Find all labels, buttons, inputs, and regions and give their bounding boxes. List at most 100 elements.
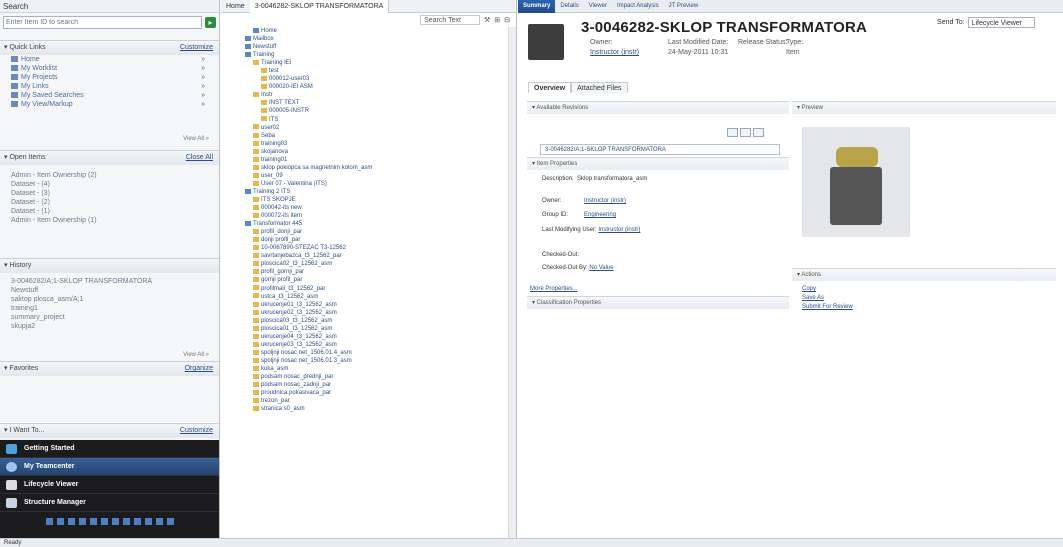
history-item[interactable]: 3-0046282/A;1-SKLOP TRANSFORMATORA (0, 277, 219, 286)
available-revisions-header[interactable]: ▾ Available Revisions (527, 102, 789, 114)
open-item[interactable]: Admin - Item Ownership (2) (0, 171, 219, 180)
i-want-to-header[interactable]: ▾ I Want To... Customize (0, 424, 219, 438)
app-shortcut-icon[interactable] (122, 517, 130, 525)
quick-link-home[interactable]: Home » (0, 55, 219, 64)
i-want-to-customize-link[interactable]: Customize (180, 424, 213, 438)
app-shortcut-icon[interactable] (78, 517, 86, 525)
tree-node[interactable]: ITS SKOPJE (237, 196, 516, 204)
tree-node[interactable]: gornji profil_par (237, 276, 516, 284)
tree-node[interactable]: Newstuff (237, 43, 516, 51)
item-properties-header[interactable]: ▾ Item Properties (527, 158, 789, 170)
tab-jt-preview[interactable]: JT Preview (664, 0, 704, 13)
subtab-attached-files[interactable]: Attached Files (571, 82, 628, 93)
tree-node[interactable]: 000005-INSTR (237, 107, 516, 115)
copy-action-link[interactable]: Copy (802, 285, 853, 294)
history-item[interactable]: Newstuff (0, 286, 219, 295)
search-go-icon[interactable]: ▸ (205, 16, 216, 28)
classification-header[interactable]: ▾ Classification Properties (527, 297, 789, 309)
tree-node[interactable]: podsam nosac_zadnji_par (237, 381, 516, 389)
tree-node[interactable]: training01 (237, 156, 516, 164)
tree-node[interactable]: 000012-user03 (237, 75, 516, 83)
history-view-all[interactable]: View All » (0, 351, 219, 360)
quick-links-customize-link[interactable]: Customize (180, 41, 213, 55)
tree-node[interactable]: spoljnji nosac net_1506.01.4_asm (237, 349, 516, 357)
tree-node[interactable]: profil_gornji_par (237, 268, 516, 276)
tree-node[interactable]: Seba (237, 132, 516, 140)
app-structure-manager[interactable]: Structure Manager (0, 494, 219, 512)
app-getting-started[interactable]: Getting Started (0, 440, 219, 458)
app-shortcut-icon[interactable] (111, 517, 119, 525)
favorites-header[interactable]: ▾ Favorites Organize (0, 362, 219, 376)
tree-node[interactable]: test (237, 67, 516, 75)
owner-prop-link[interactable]: Instructor (instr) (584, 198, 626, 204)
revision-options-icon[interactable] (753, 128, 764, 137)
tree-node[interactable]: Training IEI (237, 59, 516, 67)
open-item[interactable]: Dataset - (2) (0, 198, 219, 207)
tree-node[interactable]: donji profil_par (237, 236, 516, 244)
group-link[interactable]: Engineering (584, 212, 616, 218)
tab-impact-analysis[interactable]: Impact Analysis (612, 0, 664, 13)
tree-node[interactable]: training03 (237, 140, 516, 148)
tree-node[interactable]: Training (237, 51, 516, 59)
app-shortcut-icon[interactable] (89, 517, 97, 525)
tree-node[interactable]: savrtanjebazca_t3_12562_par (237, 252, 516, 260)
expand-arrow-icon[interactable]: » (201, 55, 205, 64)
tab-home[interactable]: Home (221, 0, 250, 13)
tree-node[interactable]: ploscica01_t3_12562_asm (237, 325, 516, 333)
app-shortcut-icon[interactable] (56, 517, 64, 525)
tree-node[interactable]: ukrucenje02_t3_12562_asm (237, 309, 516, 317)
tree-node[interactable]: ploscica03_t3_12562_asm (237, 317, 516, 325)
tab-viewer[interactable]: Viewer (584, 0, 612, 13)
expand-arrow-icon[interactable]: » (201, 82, 205, 91)
collapse-icon[interactable]: ⊟ (504, 16, 510, 24)
filter-icon[interactable]: ⚒ (484, 16, 490, 24)
preview-header[interactable]: ▾ Preview (792, 102, 1056, 114)
tree-node[interactable]: ukrucenje01_t3_12562_asm (237, 301, 516, 309)
quick-link-view-markup[interactable]: My View/Markup » (0, 100, 219, 109)
history-item[interactable]: training1 (0, 304, 219, 313)
tree-node[interactable]: 10-0067890-STEZAC T3-12562 (237, 244, 516, 252)
owner-link[interactable]: Instructor (instr) (590, 49, 639, 56)
more-properties-link[interactable]: More Properties... (530, 286, 578, 292)
expand-icon[interactable]: ⊞ (494, 16, 500, 24)
quick-link-worklist[interactable]: My Worklist » (0, 64, 219, 73)
history-header[interactable]: ▾ History (0, 259, 219, 273)
tree-node[interactable]: trezon_par (237, 397, 516, 405)
open-item[interactable]: Dataset - (1) (0, 207, 219, 216)
tree-node[interactable]: spoljnji nosac net_1506.01.3_asm (237, 357, 516, 365)
app-shortcut-icon[interactable] (166, 517, 174, 525)
revision-row[interactable]: 3-0046282/A;1-SKLOP TRANSFORMATORA (540, 144, 780, 155)
tree-node[interactable]: ukrucenje04_t3_12562_asm (237, 333, 516, 341)
tree-node[interactable]: profilmali_t3_12562_par (237, 285, 516, 293)
tree-node[interactable]: kuka_asm (237, 365, 516, 373)
tree-node[interactable]: ukrucenje03_t3_12562_asm (237, 341, 516, 349)
quick-links-view-all[interactable]: View All » (0, 135, 219, 144)
app-lifecycle-viewer[interactable]: Lifecycle Viewer (0, 476, 219, 494)
app-shortcut-icon[interactable] (155, 517, 163, 525)
expand-arrow-icon[interactable]: » (201, 73, 205, 82)
tree-node[interactable]: skojanova (237, 148, 516, 156)
tree-node[interactable]: sklop pokiopca sa magnetnim kolom_asm (237, 164, 516, 172)
open-items-header[interactable]: ▾ Open Items Close All (0, 151, 219, 165)
last-modifying-link[interactable]: Instructor (instr) (598, 227, 640, 233)
tab-details[interactable]: Details (555, 0, 583, 13)
copy-revision-icon[interactable] (740, 128, 751, 137)
tree-node[interactable]: INST TEXT (237, 99, 516, 107)
open-item[interactable]: Dataset - (3) (0, 189, 219, 198)
item-id-search-input[interactable] (3, 15, 202, 29)
history-item[interactable]: summary_project (0, 313, 219, 322)
tree-scrollbar[interactable] (508, 27, 516, 538)
expand-arrow-icon[interactable]: » (201, 100, 205, 109)
quick-link-projects[interactable]: My Projects » (0, 73, 219, 82)
app-shortcut-icon[interactable] (67, 517, 75, 525)
tab-item[interactable]: 3-0046282-SKLOP TRANSFORMATORA (249, 0, 390, 13)
tab-summary[interactable]: Summary (518, 0, 556, 13)
app-shortcut-icon[interactable] (100, 517, 108, 525)
tree-node[interactable]: Mailbox (237, 35, 516, 43)
tree-node[interactable]: 000072-its item (237, 212, 516, 220)
app-shortcut-icon[interactable] (144, 517, 152, 525)
open-item[interactable]: Admin - Item Ownership (1) (0, 216, 219, 225)
submit-for-review-action-link[interactable]: Submit For Review (802, 303, 853, 312)
app-shortcut-icon[interactable] (45, 517, 53, 525)
history-item[interactable]: skupja2 (0, 322, 219, 331)
